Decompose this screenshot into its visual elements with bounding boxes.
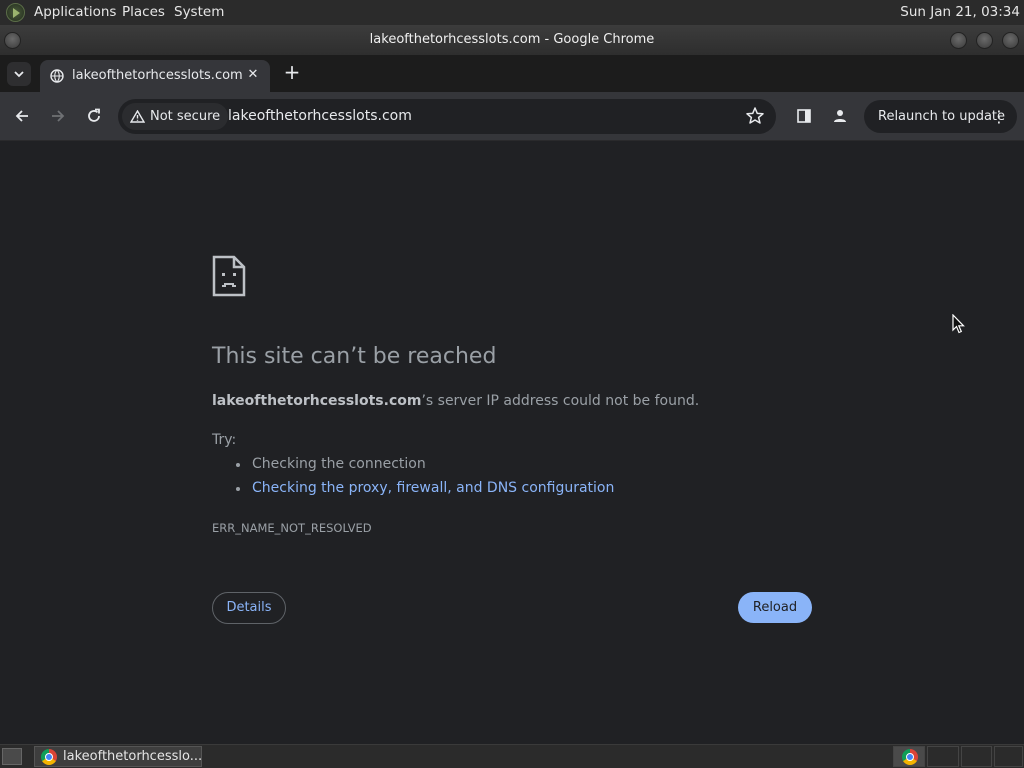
taskbar-chrome-window[interactable]: lakeofthetorhcesslo... [34,746,202,767]
mouse-pointer-icon [952,314,965,334]
top-panel: Applications Places System Sun Jan 21, 0… [0,0,1024,25]
error-host: lakeofthetorhcesslots.com [212,393,422,409]
error-description: lakeofthetorhcesslots.com’s server IP ad… [212,393,699,409]
minimize-button[interactable] [950,32,967,49]
arrow-right-icon [52,110,65,122]
side-panel-icon [797,109,811,123]
side-panel-button[interactable] [792,104,816,128]
details-button[interactable]: Details [212,592,286,624]
tab-title: lakeofthetorhcesslots.com [72,68,243,83]
warning-icon [130,110,145,123]
workspace-1[interactable] [893,746,925,767]
relaunch-label: Relaunch to update [878,109,1006,124]
places-menu[interactable]: Places [122,4,165,20]
back-button[interactable] [10,104,34,128]
close-window-button[interactable] [1002,32,1019,49]
browser-toolbar: Not secure lakeofthetorhcesslots.com Rel… [0,92,1024,141]
tab-close-icon[interactable]: ✕ [244,66,262,84]
tab-active[interactable]: lakeofthetorhcesslots.com ✕ [40,60,270,92]
more-menu-icon[interactable]: ⋮ [991,100,1007,133]
workspace-4[interactable] [994,746,1023,767]
security-label: Not secure [150,109,221,124]
forward-button[interactable] [46,104,70,128]
sad-page-icon [212,255,246,297]
tab-search-button[interactable] [7,62,31,86]
applications-menu[interactable]: Applications [34,4,116,20]
new-tab-button[interactable]: + [282,62,302,83]
url-text[interactable]: lakeofthetorhcesslots.com [228,108,412,124]
window-menu-icon[interactable] [4,32,21,49]
profile-button[interactable] [828,104,852,128]
address-bar[interactable]: Not secure lakeofthetorhcesslots.com [118,99,776,134]
bottom-taskbar: lakeofthetorhcesslo... [0,744,1024,768]
window-titlebar[interactable]: lakeofthetorhcesslots.com - Google Chrom… [0,25,1024,55]
show-desktop-button[interactable] [2,748,22,765]
reload-toolbar-button[interactable] [82,104,106,128]
bookmark-star-icon[interactable] [744,105,766,127]
workspace-2[interactable] [927,746,959,767]
chrome-icon [902,749,918,765]
error-description-suffix: ’s server IP address could not be found. [421,393,700,409]
workspace-3[interactable] [961,746,992,767]
window-title: lakeofthetorhcesslots.com - Google Chrom… [369,32,655,47]
tab-strip: lakeofthetorhcesslots.com ✕ + [0,55,1024,92]
refresh-icon [88,108,100,122]
system-menu[interactable]: System [174,4,224,20]
chrome-icon [41,749,57,765]
globe-icon [50,69,64,83]
gnome-foot-icon[interactable] [6,3,25,22]
suggestion-proxy-dns-link[interactable]: Checking the proxy, firewall, and DNS co… [252,480,614,496]
arrow-left-icon [15,110,28,122]
person-icon [834,110,846,122]
clock[interactable]: Sun Jan 21, 03:34 [900,4,1020,20]
error-title: This site can’t be reached [212,344,497,369]
error-code: ERR_NAME_NOT_RESOLVED [212,521,372,535]
relaunch-update-button[interactable]: Relaunch to update ⋮ [864,100,1017,133]
try-label: Try: [212,432,237,448]
taskbar-window-title: lakeofthetorhcesslo... [63,749,202,764]
error-page: This site can’t be reached lakeofthetorh… [0,141,1024,744]
chevron-down-icon [14,71,24,78]
security-chip[interactable]: Not secure [122,103,229,130]
maximize-button[interactable] [976,32,993,49]
suggestion-check-connection: Checking the connection [252,456,426,472]
reload-button[interactable]: Reload [738,592,812,623]
